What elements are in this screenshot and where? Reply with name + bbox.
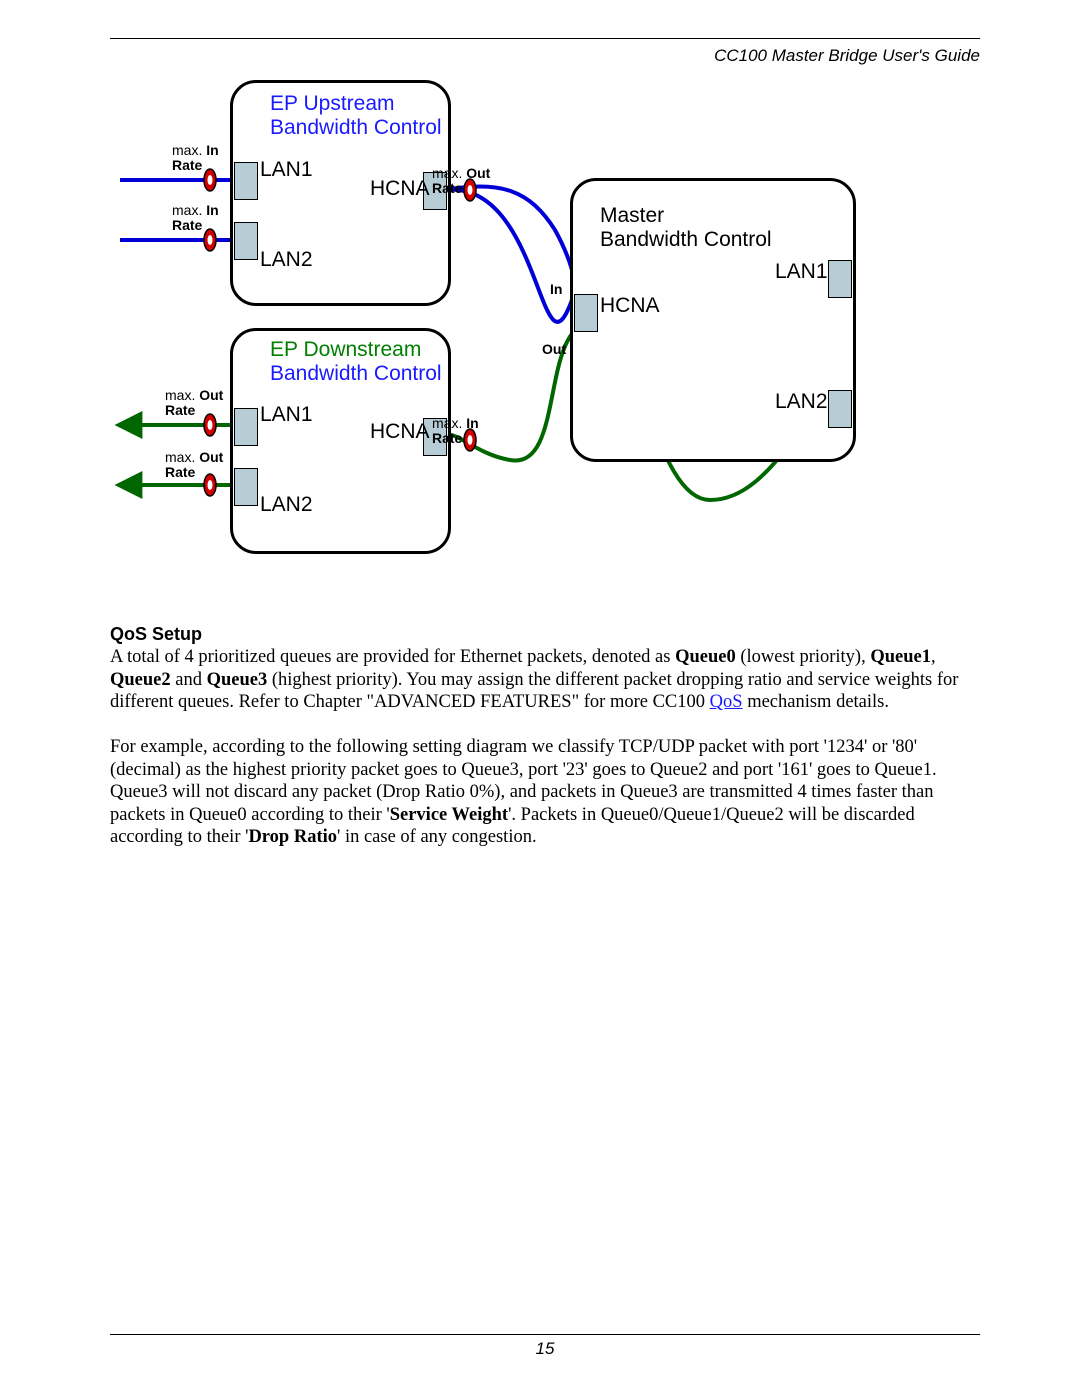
master-title-a: Master	[600, 204, 664, 228]
master-lan1-port	[828, 260, 852, 298]
upstream-hcna-maxout: max. OutRate	[432, 166, 490, 197]
downstream-lan2-maxout: max. OutRate	[165, 450, 223, 481]
footer: 15	[110, 1334, 980, 1359]
header-rule	[110, 38, 980, 39]
master-lan2-label: LAN2	[775, 390, 828, 414]
master-in-label: In	[550, 282, 562, 297]
bandwidth-diagram: EP Upstream Bandwidth Control LAN1 LAN2 …	[110, 80, 980, 570]
downstream-lan1-port	[234, 408, 258, 446]
upstream-lan1-port	[234, 162, 258, 200]
qos-section: QoS Setup A total of 4 prioritized queue…	[110, 624, 980, 849]
qos-link[interactable]: QoS	[710, 692, 743, 712]
header-title: CC100 Master Bridge User's Guide	[714, 46, 980, 66]
master-out-label: Out	[542, 342, 566, 357]
downstream-title-b: Bandwidth Control	[270, 362, 442, 386]
qos-paragraph-1: A total of 4 prioritized queues are prov…	[110, 646, 980, 714]
upstream-title-b: Bandwidth Control	[270, 116, 442, 140]
master-hcna-port	[574, 294, 598, 332]
upstream-hcna-label: HCNA	[370, 177, 430, 201]
upstream-lan1-label: LAN1	[260, 158, 313, 182]
page: CC100 Master Bridge User's Guide	[0, 0, 1080, 1397]
master-lan2-port	[828, 390, 852, 428]
upstream-title-a: EP Upstream	[270, 92, 395, 116]
downstream-title-a: EP Downstream	[270, 338, 421, 362]
master-lan1-label: LAN1	[775, 260, 828, 284]
upstream-lan2-port	[234, 222, 258, 260]
upstream-lan1-maxin: max. InRate	[172, 143, 219, 174]
master-title-b: Bandwidth Control	[600, 228, 772, 252]
downstream-hcna-maxin: max. InRate	[432, 416, 479, 447]
qos-heading: QoS Setup	[110, 624, 980, 646]
downstream-lan2-port	[234, 468, 258, 506]
master-hcna-label: HCNA	[600, 294, 660, 318]
upstream-lan2-label: LAN2	[260, 248, 313, 272]
downstream-hcna-label: HCNA	[370, 420, 430, 444]
downstream-lan1-maxout: max. OutRate	[165, 388, 223, 419]
downstream-lan1-label: LAN1	[260, 403, 313, 427]
downstream-lan2-label: LAN2	[260, 493, 313, 517]
upstream-lan2-maxin: max. InRate	[172, 203, 219, 234]
page-number: 15	[536, 1339, 555, 1358]
qos-paragraph-2: For example, according to the following …	[110, 736, 980, 849]
